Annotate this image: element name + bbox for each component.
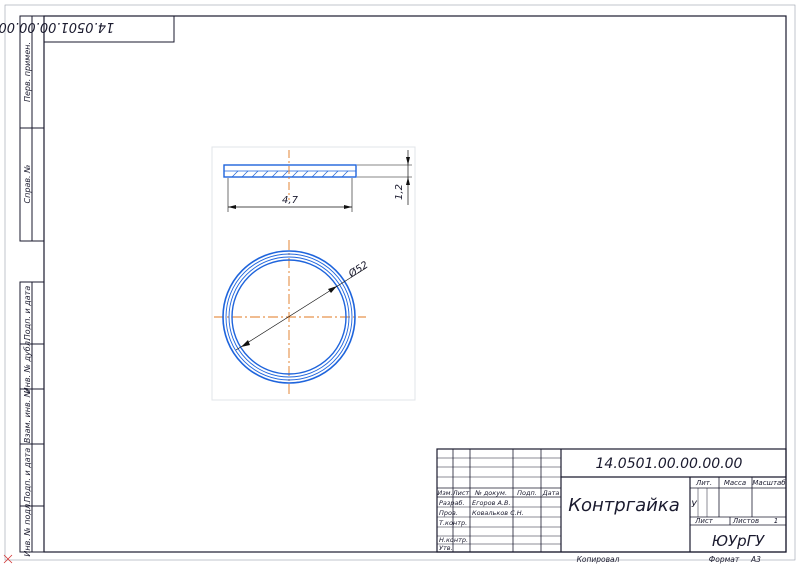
col-header-list: Лист: [452, 489, 470, 497]
title-block-text: 14.0501.00.00.00.00 Контргайка Изм. Лист…: [437, 456, 786, 552]
label-sheet: Лист: [694, 517, 714, 525]
dim-width-text: 4,7: [282, 195, 299, 206]
role-prov: Пров.: [439, 509, 458, 517]
side-label-vzam: Взам. инв. №: [23, 389, 32, 443]
side-label-podp-2: Подп. и дата: [23, 448, 32, 503]
role-nkontr: Н.контр.: [439, 536, 468, 544]
role-utv: Утв.: [439, 544, 453, 552]
label-mass: Масса: [724, 479, 746, 487]
side-label-inv-podl: Инв. № подл.: [23, 501, 32, 556]
role-tkontr: Т.контр.: [439, 519, 467, 527]
dim-thick-text: 1,2: [394, 184, 405, 200]
col-header-data: Дата: [542, 489, 560, 497]
value-sheets: 1: [774, 517, 778, 525]
side-label-podp-1: Подп. и дата: [23, 286, 32, 341]
person-checker: Ковальков С.Н.: [472, 509, 524, 517]
side-label-sprav: Справ. №: [23, 165, 32, 204]
org-name: ЮУрГУ: [712, 532, 765, 550]
title-part-name: Контргайка: [568, 495, 680, 516]
label-scale: Масштаб: [752, 479, 786, 487]
col-header-izm: Изм.: [437, 489, 452, 497]
role-razrab: Разраб.: [439, 499, 465, 507]
view-area: [211, 146, 416, 401]
side-labels: Перв. примен. Справ. № Подп. и дата Инв.…: [23, 42, 32, 557]
side-label-perv: Перв. примен.: [23, 42, 32, 102]
person-developer: Егоров А.В.: [472, 499, 511, 507]
footer-format-label: Формат: [709, 555, 740, 564]
label-lit: Лит.: [695, 479, 712, 487]
label-sheets: Листов: [732, 517, 759, 525]
side-label-inv-dubl: Инв. № дубл.: [23, 339, 32, 394]
value-lit: У: [691, 500, 697, 510]
col-header-podp: Подп.: [517, 489, 537, 497]
footer-format-value: А3: [750, 555, 761, 564]
drawing-sheet: 14.0501.00.00.00.00 Перв. примен. Справ.…: [0, 0, 800, 566]
drawing-canvas: 14.0501.00.00.00.00 Перв. примен. Справ.…: [0, 4, 796, 564]
title-designation: 14.0501.00.00.00.00: [596, 456, 743, 472]
top-stamp-text: 14.0501.00.00.00.00: [0, 19, 114, 34]
footer-copied: Копировал: [577, 555, 620, 564]
footer: Копировал Формат А3: [577, 555, 762, 564]
col-header-dokum: № докум.: [474, 489, 507, 497]
